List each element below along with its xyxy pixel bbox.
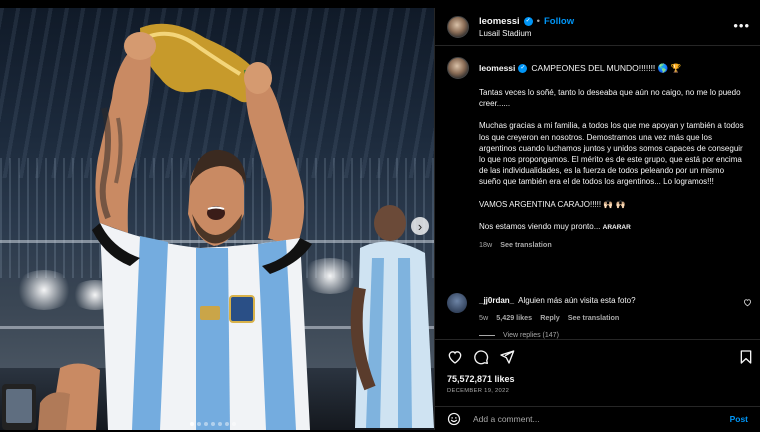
caption-area: leomessi ✓ CAMPEONES DEL MUNDO!!!!!!! 🌎 …	[435, 47, 760, 339]
caption-paragraph: Tantas veces lo soñé, tanto lo deseaba q…	[479, 88, 741, 109]
post-comment-button[interactable]: Post	[730, 414, 748, 424]
post-details-panel: leomessi ✓ • Follow Lusail Stadium ••• l…	[434, 8, 760, 430]
background-player	[350, 205, 434, 428]
caption-last-line: Nos estamos viendo muy pronto...	[479, 221, 601, 231]
comment-likes[interactable]: 5,429 likes	[496, 313, 532, 322]
comment-text: _jj0rdan_ Alguien más aún visita esta fot…	[479, 296, 636, 305]
carousel-dot	[225, 422, 229, 426]
caption-title: CAMPEONES DEL MUNDO!!!!!!! 🌎 🏆	[531, 62, 682, 73]
chevron-right-icon: ›	[417, 218, 423, 234]
follow-button[interactable]: Follow	[544, 16, 574, 27]
comment-body: Alguien más aún visita esta foto?	[518, 296, 636, 305]
caption-last-line-small: ARARAR	[602, 223, 631, 231]
comment-see-translation[interactable]: See translation	[568, 313, 620, 322]
bookmark-icon[interactable]	[738, 349, 754, 365]
replies-line	[479, 335, 495, 336]
verified-badge-icon: ✓	[523, 16, 533, 26]
carousel-dot	[218, 422, 222, 426]
post-header: leomessi ✓ • Follow Lusail Stadium •••	[435, 8, 760, 46]
player-head	[188, 149, 246, 246]
comment-icon[interactable]	[473, 349, 489, 365]
caption-username[interactable]: leomessi	[479, 63, 515, 73]
likes-count[interactable]: 75,572,871 likes	[447, 374, 515, 384]
username-link[interactable]: leomessi	[479, 16, 520, 27]
share-icon[interactable]	[499, 349, 515, 365]
view-replies-label: View replies (147)	[503, 332, 559, 339]
comment-username[interactable]: _jj0rdan_	[479, 296, 514, 305]
caption-paragraph: Muchas gracias a mi familia, a todos los…	[479, 121, 744, 187]
comment-age: 5w	[479, 313, 489, 322]
carousel-dot	[190, 422, 194, 426]
player-illustration	[2, 23, 434, 430]
caption-paragraph: VAMOS ARGENTINA CARAJO!!!!! 🙌🏻 🙌🏻	[479, 199, 626, 209]
fans	[2, 363, 100, 430]
carousel-dot	[232, 422, 236, 426]
comment-input[interactable]	[473, 413, 730, 424]
see-translation-link[interactable]: See translation	[500, 240, 552, 249]
post-photo[interactable]: ›	[0, 8, 434, 430]
header-text: leomessi ✓ • Follow Lusail Stadium	[479, 16, 574, 38]
add-comment-bar: Post	[435, 406, 760, 430]
carousel-dot	[197, 422, 201, 426]
location-link[interactable]: Lusail Stadium	[479, 29, 574, 38]
caption-body: Tantas veces lo soñé, tanto lo deseaba q…	[479, 87, 748, 233]
carousel-next-button[interactable]: ›	[411, 217, 429, 235]
carousel-dot	[204, 422, 208, 426]
carousel-dot	[211, 422, 215, 426]
caption-paragraph: Nos estamos viendo muy pronto... ARARAR	[479, 221, 748, 233]
comment-meta: 5w 5,429 likes Reply See translation	[479, 313, 619, 322]
separator: •	[536, 15, 540, 27]
action-bar	[435, 339, 760, 377]
heart-icon[interactable]	[743, 298, 752, 307]
avatar[interactable]	[447, 293, 467, 313]
reply-button[interactable]: Reply	[540, 313, 560, 322]
avatar[interactable]	[447, 57, 469, 79]
argentina-jersey	[92, 223, 312, 430]
carousel-dots	[190, 422, 236, 426]
post-date: DECEMBER 19, 2022	[447, 388, 510, 394]
caption-meta: 18w See translation	[479, 240, 760, 249]
heart-icon[interactable]	[447, 349, 463, 365]
caption-age: 18w	[479, 240, 493, 250]
verified-badge-icon: ✓	[518, 63, 528, 73]
emoji-icon[interactable]	[447, 412, 461, 426]
header-line: leomessi ✓ • Follow	[479, 16, 574, 27]
view-replies-button[interactable]: View replies (147)	[479, 332, 559, 339]
caption-head: leomessi ✓ CAMPEONES DEL MUNDO!!!!!!! 🌎 …	[435, 47, 760, 79]
avatar[interactable]	[447, 15, 469, 38]
more-icon[interactable]: •••	[733, 18, 750, 33]
